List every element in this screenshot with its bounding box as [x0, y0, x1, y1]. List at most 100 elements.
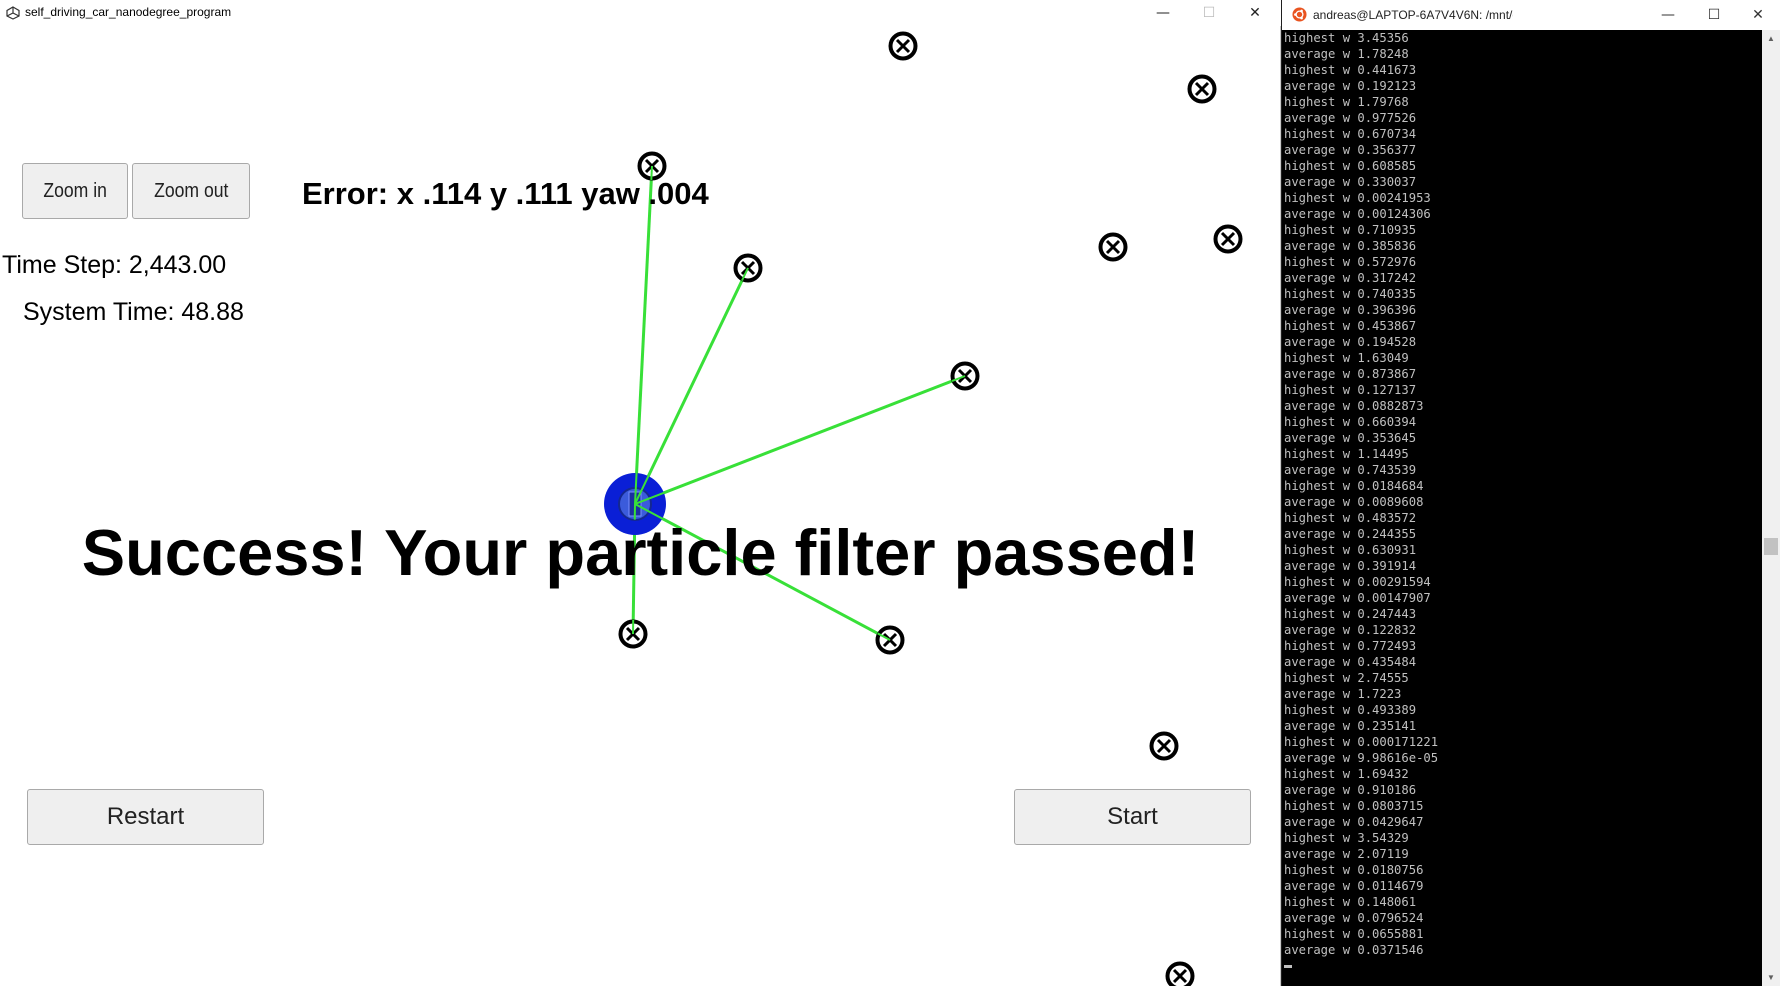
terminal-line: average w 0.391914 [1284, 559, 1417, 573]
terminal-line: highest w 0.660394 [1284, 415, 1417, 429]
terminal-line: average w 0.194528 [1284, 335, 1417, 349]
terminal-line: highest w 0.148061 [1284, 895, 1417, 909]
terminal-line: highest w 0.00241953 [1284, 191, 1431, 205]
terminal-line: average w 0.356377 [1284, 143, 1417, 157]
zoom-out-button[interactable]: Zoom out [132, 163, 250, 219]
terminal-line: highest w 1.14495 [1284, 447, 1409, 461]
landmark-x-circle-icon [1187, 74, 1217, 104]
observation-line [633, 165, 654, 505]
zoom-in-label: Zoom in [43, 179, 107, 202]
terminal-line: highest w 0.0803715 [1284, 799, 1424, 813]
terminal-line: average w 0.0796524 [1284, 911, 1424, 925]
terminal-line: highest w 0.608585 [1284, 159, 1417, 173]
terminal-line: highest w 0.000171221 [1284, 735, 1439, 749]
restart-button[interactable]: Restart [27, 789, 264, 845]
terminal-cursor [1284, 965, 1292, 968]
restart-label: Restart [106, 803, 185, 830]
terminal-scrollbar[interactable]: ▲ ▼ [1762, 30, 1780, 986]
terminal-line: average w 0.317242 [1284, 271, 1417, 285]
terminal-close-button[interactable]: ✕ [1736, 0, 1780, 30]
success-message: Success! Your particle filter passed! [81, 516, 1200, 589]
terminal-line: average w 0.385836 [1284, 239, 1417, 253]
landmark-x-circle-icon [1213, 224, 1243, 254]
terminal-line: average w 1.7223 [1284, 687, 1402, 701]
terminal-line: highest w 1.79768 [1284, 95, 1409, 109]
terminal-titlebar[interactable]: andreas@LAPTOP-6A7V4V6N: /mnt/d/developm… [1282, 0, 1780, 30]
landmark-x-circle-icon [1165, 961, 1195, 986]
terminal-line: highest w 0.670734 [1284, 127, 1417, 141]
terminal-window: andreas@LAPTOP-6A7V4V6N: /mnt/d/developm… [1282, 0, 1780, 986]
scrollbar-thumb[interactable] [1764, 538, 1778, 555]
close-button[interactable]: ✕ [1232, 0, 1278, 26]
terminal-line: average w 0.235141 [1284, 719, 1417, 733]
terminal-line: average w 0.0429647 [1284, 815, 1424, 829]
terminal-line: average w 0.192123 [1284, 79, 1417, 93]
terminal-line: highest w 0.772493 [1284, 639, 1417, 653]
terminal-line: average w 0.977526 [1284, 111, 1417, 125]
terminal-line: average w 0.435484 [1284, 655, 1417, 669]
terminal-line: average w 0.244355 [1284, 527, 1417, 541]
terminal-line: average w 0.353645 [1284, 431, 1417, 445]
error-readout: Error: x .114 y .111 yaw .004 [302, 176, 709, 211]
terminal-maximize-button[interactable]: ☐ [1692, 0, 1736, 30]
terminal-line: highest w 0.441673 [1284, 63, 1417, 77]
terminal-line: average w 0.00124306 [1284, 207, 1431, 221]
terminal-line: average w 0.122832 [1284, 623, 1417, 637]
terminal-line: average w 0.0114679 [1284, 879, 1424, 893]
landmark-x-circle-icon [1149, 731, 1179, 761]
terminal-line: average w 0.0882873 [1284, 399, 1424, 413]
maximize-icon: ☐ [1707, 7, 1721, 23]
close-icon: ✕ [1752, 7, 1764, 23]
unity-icon [6, 6, 20, 20]
terminal-line: highest w 0.630931 [1284, 543, 1417, 557]
terminal-line: highest w 0.0655881 [1284, 927, 1424, 941]
terminal-line: highest w 3.54329 [1284, 831, 1409, 845]
minimize-button[interactable]: — [1140, 0, 1186, 26]
terminal-line: average w 0.396396 [1284, 303, 1417, 317]
terminal-output[interactable]: highest w 3.45356 average w 1.78248 highes… [1284, 30, 1754, 986]
zoom-in-button[interactable]: Zoom in [22, 163, 128, 219]
scroll-down-arrow-icon[interactable]: ▼ [1762, 969, 1780, 986]
ubuntu-icon [1292, 7, 1307, 22]
minimize-icon: — [1156, 5, 1170, 21]
simulator-window: self_driving_car_nanodegree_program — ☐ … [0, 0, 1281, 986]
terminal-line: highest w 0.572976 [1284, 255, 1417, 269]
maximize-icon: ☐ [1202, 5, 1216, 21]
window-title: self_driving_car_nanodegree_program [25, 5, 232, 19]
terminal-line: highest w 0.0184684 [1284, 479, 1424, 493]
maximize-button[interactable]: ☐ [1186, 0, 1232, 26]
terminal-line: highest w 0.127137 [1284, 383, 1417, 397]
terminal-line: highest w 1.69432 [1284, 767, 1409, 781]
terminal-line: highest w 0.740335 [1284, 287, 1417, 301]
terminal-line: highest w 1.63049 [1284, 351, 1409, 365]
terminal-line: average w 0.00147907 [1284, 591, 1431, 605]
landmark-x-circle-icon [1098, 232, 1128, 262]
observation-line [634, 374, 966, 506]
observation-line [633, 267, 750, 505]
terminal-line: average w 0.330037 [1284, 175, 1417, 189]
terminal-line: highest w 0.483572 [1284, 511, 1417, 525]
terminal-line: highest w 0.0180756 [1284, 863, 1424, 877]
terminal-line: highest w 0.710935 [1284, 223, 1417, 237]
terminal-line: average w 0.0371546 [1284, 943, 1424, 957]
start-button[interactable]: Start [1014, 789, 1251, 845]
terminal-title: andreas@LAPTOP-6A7V4V6N: /mnt/d/developm… [1313, 8, 1513, 22]
scroll-up-arrow-icon[interactable]: ▲ [1762, 30, 1780, 47]
terminal-line: average w 1.78248 [1284, 47, 1409, 61]
terminal-line: highest w 0.493389 [1284, 703, 1417, 717]
minimize-icon: — [1661, 7, 1675, 23]
terminal-line: highest w 0.247443 [1284, 607, 1417, 621]
terminal-line: highest w 0.00291594 [1284, 575, 1431, 589]
simulator-titlebar[interactable]: self_driving_car_nanodegree_program — ☐ … [0, 0, 1281, 26]
terminal-minimize-button[interactable]: — [1646, 0, 1690, 30]
close-icon: ✕ [1249, 5, 1261, 21]
system-time-readout: System Time: 48.88 [23, 298, 244, 326]
terminal-line: average w 0.910186 [1284, 783, 1417, 797]
terminal-line: average w 0.743539 [1284, 463, 1417, 477]
terminal-line: highest w 0.453867 [1284, 319, 1417, 333]
start-label: Start [1107, 803, 1158, 830]
landmark-x-circle-icon [888, 31, 918, 61]
terminal-line: highest w 3.45356 [1284, 31, 1409, 45]
terminal-line: average w 9.98616e-05 [1284, 751, 1439, 765]
terminal-prompt-line [1284, 958, 1754, 974]
